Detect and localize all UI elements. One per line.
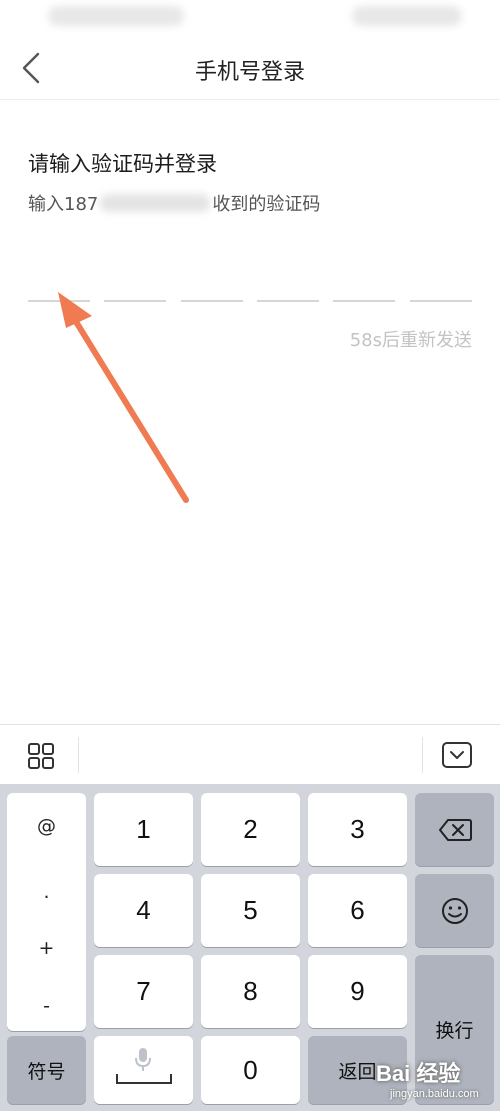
status-icons-blur <box>352 6 462 26</box>
key-1[interactable]: 1 <box>94 793 193 866</box>
smiley-icon <box>441 897 468 924</box>
key-3[interactable]: 3 <box>308 793 407 866</box>
subtitle-prefix: 输入187 <box>28 194 99 215</box>
watermark-logo-text: Bai 经验 <box>376 1061 461 1086</box>
key-8[interactable]: 8 <box>201 955 300 1028</box>
toolbar-divider <box>78 737 79 773</box>
code-slot-2[interactable] <box>104 300 166 302</box>
symbol-column[interactable]: @ . + - <box>7 793 86 1031</box>
page-title: 手机号登录 <box>194 60 305 85</box>
keyboard-menu-button[interactable] <box>26 741 56 771</box>
key-7[interactable]: 7 <box>94 955 193 1028</box>
symbol-key-dot[interactable]: . <box>7 881 86 903</box>
baidu-jingyan-watermark: Bai 经验 jingyan.baidu.com <box>376 1056 496 1108</box>
space-key[interactable] <box>94 1036 193 1104</box>
subtitle-suffix: 收到的验证码 <box>212 194 321 215</box>
key-9[interactable]: 9 <box>308 955 407 1028</box>
key-5[interactable]: 5 <box>201 874 300 947</box>
keyboard-hide-icon <box>442 742 472 768</box>
symbol-key-minus[interactable]: - <box>7 995 86 1017</box>
key-2[interactable]: 2 <box>201 793 300 866</box>
backspace-key[interactable] <box>415 793 494 866</box>
status-carrier-blur <box>48 6 184 26</box>
code-slot-6[interactable] <box>410 300 472 302</box>
masked-phone-number <box>100 194 211 212</box>
verification-subtitle: 输入187 收到的验证码 <box>28 190 320 216</box>
microphone-icon <box>135 1048 151 1071</box>
code-slot-4[interactable] <box>257 300 319 302</box>
toolbar-divider <box>422 737 423 773</box>
backspace-icon <box>438 818 472 841</box>
code-slot-3[interactable] <box>181 300 243 302</box>
code-slot-1[interactable] <box>28 300 90 302</box>
key-4[interactable]: 4 <box>94 874 193 947</box>
key-6[interactable]: 6 <box>308 874 407 947</box>
symbol-key-plus[interactable]: + <box>7 937 86 959</box>
key-0[interactable]: 0 <box>201 1036 300 1104</box>
verification-code-input[interactable] <box>28 300 472 304</box>
grid-icon <box>28 743 54 769</box>
symbol-switch-key[interactable]: 符号 <box>7 1036 86 1104</box>
space-bar-icon <box>116 1074 172 1084</box>
symbol-key-at[interactable]: @ <box>7 815 86 837</box>
emoji-key[interactable] <box>415 874 494 947</box>
status-bar <box>0 0 500 36</box>
hide-keyboard-button[interactable] <box>440 740 474 770</box>
watermark-url: jingyan.baidu.com <box>390 1088 479 1100</box>
keyboard-toolbar <box>0 724 500 784</box>
resend-countdown: 58s后重新发送 <box>349 330 472 351</box>
top-navigation: 手机号登录 <box>0 36 500 100</box>
verification-heading: 请输入验证码并登录 <box>28 152 217 176</box>
code-slot-5[interactable] <box>333 300 395 302</box>
